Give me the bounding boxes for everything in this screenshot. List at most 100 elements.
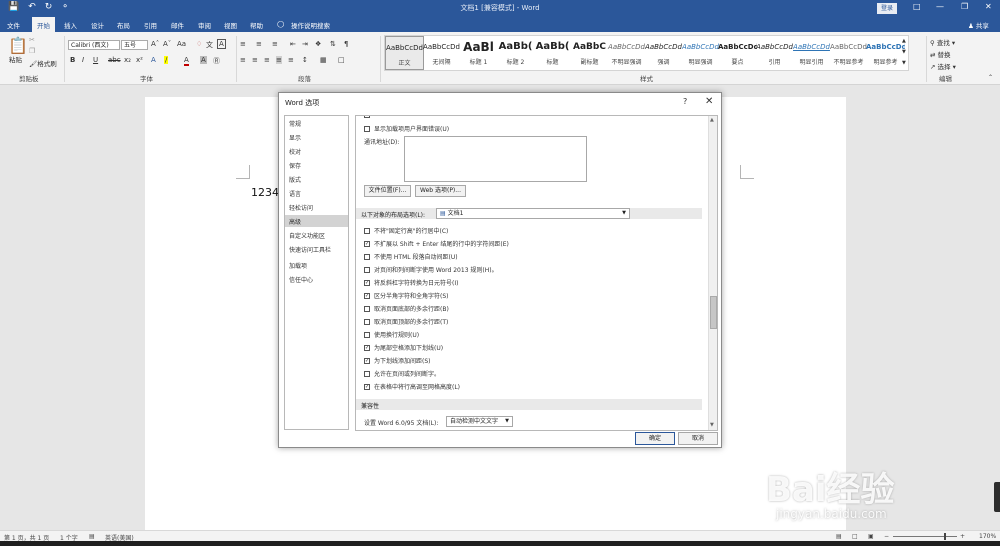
tab-help[interactable]: 帮助 [250,20,263,30]
option-row[interactable]: 使用换行规则(U) [364,330,419,339]
align-center-icon[interactable]: ≡ [252,56,258,64]
align-left-icon[interactable]: ≡ [240,56,246,64]
minimize-icon[interactable]: — [936,2,944,11]
nav-addins[interactable]: 加载项 [289,261,307,270]
nav-layout[interactable]: 版式 [289,175,301,184]
checkbox[interactable] [364,253,370,260]
collapse-ribbon-icon[interactable]: ⌃ [988,74,993,81]
italic-icon[interactable]: I [82,56,84,64]
tab-layout[interactable]: 布局 [117,20,130,30]
nav-proofing[interactable]: 校对 [289,147,301,156]
side-tab[interactable] [994,482,1000,512]
tab-review[interactable]: 审阅 [198,20,211,30]
styles-more-icon[interactable]: ▼ [902,60,906,66]
zoom-out-icon[interactable]: − [884,533,889,540]
option-row[interactable]: 取消页面顶部的多余行距(T) [364,317,448,326]
nav-advanced[interactable]: 高级 [285,215,348,227]
font-size-select[interactable]: 五号 [121,40,148,50]
option-row[interactable]: 取消页面底部的多余行距(B) [364,304,449,313]
highlight-icon[interactable]: ∕ [164,56,169,64]
style-quote[interactable]: AaBbCcDd 引用 [755,36,794,70]
checkbox[interactable] [364,318,370,325]
scroll-down-icon[interactable]: ▼ [710,422,714,428]
cut-icon[interactable]: ✂ [29,36,35,44]
cancel-button[interactable]: 取消 [678,432,718,445]
option-row[interactable]: ✓ 为尾部空格添加下划线(U) [364,343,443,352]
clear-formatting-icon[interactable]: ♢ [196,40,202,48]
option-show-addin-errors[interactable]: 显示加载项用户界面错误(U) [364,124,449,133]
style-no-spacing[interactable]: AaBbCcDd 无间隔 [422,36,461,70]
phonetic-guide-icon[interactable]: 文 [206,40,213,50]
option-row[interactable]: 允许在页间或列间断字。 [364,369,440,378]
tab-references[interactable]: 引用 [144,20,157,30]
nav-accessibility[interactable]: 轻松访问 [289,203,313,212]
line-spacing-icon[interactable]: ↕ [302,56,308,64]
char-border-icon[interactable]: A [217,39,226,49]
underline-icon[interactable]: U [93,56,98,64]
chinese-layout-icon[interactable]: ❖ [315,40,321,48]
style-title[interactable]: AaBb(标题 [533,36,572,70]
style-intense-quote[interactable]: AaBbCcDd 明显引用 [792,36,831,70]
nav-language[interactable]: 语言 [289,189,301,198]
tab-mailings[interactable]: 邮件 [171,20,184,30]
checkbox[interactable] [364,305,370,312]
paste-icon[interactable]: 📋 [8,36,28,55]
zoom-slider-thumb[interactable] [944,533,946,540]
restore-icon[interactable]: ❐ [961,2,968,11]
share-button[interactable]: ♟ 共享 [968,20,989,30]
strikethrough-icon[interactable]: abc [108,56,121,64]
styles-scroll-down-icon[interactable]: ▼ [902,49,906,55]
find-button[interactable]: ⚲ 查找 ▾ [930,37,955,47]
shrink-font-icon[interactable]: Aˇ [163,40,171,48]
checkbox[interactable] [364,370,370,377]
borders-icon[interactable]: □ [338,56,345,64]
ok-button[interactable]: 确定 [635,432,675,445]
paste-label[interactable]: 粘贴 [9,54,22,64]
nav-trust-center[interactable]: 信任中心 [289,275,313,284]
print-layout-icon[interactable]: □ [852,533,858,540]
checkbox[interactable] [364,227,370,234]
distributed-icon[interactable]: ≡ [288,56,294,64]
shading-icon[interactable]: ▦ [320,56,327,64]
document-text[interactable]: 1234 [251,186,279,199]
font-name-select[interactable]: Calibri (西文) [68,40,120,50]
tell-me-search[interactable]: 操作说明搜索 [291,20,330,30]
option-row[interactable]: ✓ 区分半角字符和全角字符(S) [364,291,449,300]
tab-view[interactable]: 视图 [224,20,237,30]
numbering-icon[interactable]: ≡ [256,40,262,48]
grow-font-icon[interactable]: Aˆ [151,40,159,48]
tab-design[interactable]: 设计 [91,20,104,30]
option-row[interactable]: 不将"固定行高"的行居中(C) [364,226,448,235]
file-locations-button[interactable]: 文件位置(F)... [364,185,411,197]
char-shading-icon[interactable]: A [200,56,207,64]
checkbox[interactable]: ✓ [364,292,370,299]
tab-home[interactable]: 开始 [32,17,55,32]
scroll-up-icon[interactable]: ▲ [710,117,714,123]
bold-icon[interactable]: B [70,56,75,64]
option-row[interactable]: ✓ 不扩展以 Shift + Enter 结尾的行中的字符间距(E) [364,239,509,248]
multilevel-list-icon[interactable]: ≡ [272,40,278,48]
copy-icon[interactable]: ❐ [29,47,35,55]
read-mode-icon[interactable]: ▤ [836,533,842,540]
nav-quick-access-toolbar[interactable]: 快速访问工具栏 [289,245,331,254]
checkbox[interactable] [364,116,370,118]
style-intense-emphasis[interactable]: AaBbCcDd 明显强调 [681,36,720,70]
style-intense-reference[interactable]: AaBbCcDd 明显参考 [866,36,905,70]
nav-save[interactable]: 保存 [289,161,301,170]
nav-display[interactable]: 显示 [289,133,301,142]
web-layout-icon[interactable]: ▣ [868,533,874,540]
option-row[interactable]: ✓ 为下划线添加间距(S) [364,356,431,365]
styles-scroll-up-icon[interactable]: ▲ [902,38,906,44]
help-icon[interactable]: ? [683,97,687,106]
style-normal[interactable]: AaBbCcDd 正文 [385,36,424,70]
checkbox[interactable] [364,266,370,273]
align-right-icon[interactable]: ≡ [264,56,270,64]
compat-select[interactable]: 自动检测中文文字 ▼ [446,416,513,427]
tab-file[interactable]: 文件 [7,20,20,30]
checkbox[interactable]: ✓ [364,279,370,286]
checkbox[interactable]: ✓ [364,357,370,364]
close-icon[interactable]: ✕ [985,2,992,11]
proofing-icon[interactable]: ▤ [89,533,95,540]
change-case-icon[interactable]: Aa [177,40,186,48]
tab-insert[interactable]: 插入 [64,20,77,30]
